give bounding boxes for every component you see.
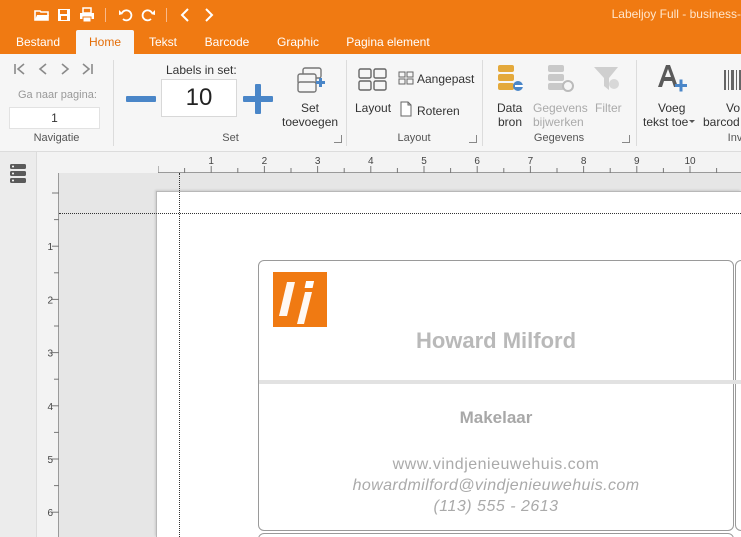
company-logo[interactable] xyxy=(273,272,327,327)
label-card-next[interactable] xyxy=(735,260,741,531)
add-barcode-label-line1[interactable]: Vo xyxy=(726,101,740,115)
undo-icon[interactable] xyxy=(116,5,136,25)
ruler-number: 1 xyxy=(47,242,53,253)
labels-in-set-input[interactable]: 10 xyxy=(161,79,237,117)
redo-icon[interactable] xyxy=(138,5,158,25)
horizontal-guide-line[interactable] xyxy=(59,213,741,214)
ribbon: Ga naar pagina: 1 Navigatie Labels in se… xyxy=(0,54,741,152)
contact-phone[interactable]: (113) 555 - 2613 xyxy=(258,498,734,516)
forward-arrow-icon[interactable] xyxy=(198,5,218,25)
ruler-number: 7 xyxy=(528,156,534,167)
ruler-number: 3 xyxy=(47,349,53,360)
data-source-label-line2[interactable]: bron xyxy=(498,115,522,129)
decrease-labels-button[interactable] xyxy=(126,96,156,102)
tab-pagina-element[interactable]: Pagina element xyxy=(338,30,438,54)
group-label-gegevens: Gegevens xyxy=(533,132,585,144)
contact-website[interactable]: www.vindjenieuwehuis.com xyxy=(258,456,734,474)
add-barcode-icon[interactable] xyxy=(722,68,741,92)
add-barcode-label-line2[interactable]: barcod xyxy=(703,115,740,129)
ruler-number: 4 xyxy=(368,156,374,167)
ruler-number: 1 xyxy=(208,156,214,167)
vertical-guide-line[interactable] xyxy=(179,173,180,537)
add-set-label-line2[interactable]: toevoegen xyxy=(282,115,338,129)
tab-home[interactable]: Home xyxy=(76,30,134,54)
ribbon-tabs: Bestand Home Tekst Barcode Graphic Pagin… xyxy=(0,30,741,54)
ruler-number: 6 xyxy=(474,156,480,167)
vertical-ruler[interactable]: 1 2 3 4 5 6 xyxy=(37,173,59,537)
rotate-icon[interactable] xyxy=(398,101,414,117)
contact-role[interactable]: Makelaar xyxy=(258,408,734,428)
back-arrow-icon[interactable] xyxy=(176,5,196,25)
tab-tekst[interactable]: Tekst xyxy=(140,30,186,54)
layout-button-label[interactable]: Layout xyxy=(355,101,391,115)
ruler-corner xyxy=(37,152,158,173)
tab-graphic[interactable]: Graphic xyxy=(268,30,328,54)
tab-bestand[interactable]: Bestand xyxy=(8,30,68,54)
qa-separator xyxy=(166,8,167,22)
ruler-number: 6 xyxy=(47,508,53,519)
labeljoy-window: Labeljoy Full - business- Bestand Home T… xyxy=(0,0,741,537)
group-separator xyxy=(636,60,637,146)
ruler-number: 2 xyxy=(47,295,53,306)
label-card-below[interactable] xyxy=(258,533,734,537)
tab-barcode[interactable]: Barcode xyxy=(196,30,258,54)
group-label-set: Set xyxy=(222,132,239,144)
first-page-icon[interactable] xyxy=(13,62,27,76)
goto-page-label: Ga naar pagina: xyxy=(18,89,97,101)
data-source-icon[interactable] xyxy=(497,64,525,94)
layout-grid-icon[interactable] xyxy=(358,68,388,92)
data-dialog-launcher-icon[interactable] xyxy=(622,135,630,143)
group-label-navigatie: Navigatie xyxy=(33,132,80,144)
title-bar: Labeljoy Full - business- xyxy=(0,0,741,30)
ruler-number: 3 xyxy=(315,156,321,167)
goto-page-input[interactable]: 1 xyxy=(9,107,100,129)
ruler-number: 9 xyxy=(634,156,640,167)
ruler-number: 4 xyxy=(47,402,53,413)
ruler-number: 5 xyxy=(47,455,53,466)
group-label-invoegen: Inv xyxy=(727,132,741,144)
qa-separator xyxy=(105,8,106,22)
filter-label: Filter xyxy=(595,101,622,115)
set-dialog-launcher-icon[interactable] xyxy=(334,135,342,143)
ruler-number: 8 xyxy=(581,156,587,167)
update-data-icon xyxy=(547,64,575,94)
save-icon[interactable] xyxy=(54,5,74,25)
ruler-number: 2 xyxy=(262,156,268,167)
add-text-icon[interactable] xyxy=(656,63,688,95)
previous-page-icon[interactable] xyxy=(36,62,50,76)
add-text-label-line1[interactable]: Voeg xyxy=(658,101,685,115)
increase-labels-button[interactable] xyxy=(243,84,273,114)
group-label-layout: Layout xyxy=(397,132,431,144)
labels-in-set-label: Labels in set: xyxy=(166,63,237,77)
custom-layout-icon[interactable] xyxy=(398,71,414,85)
data-source-label-line1[interactable]: Data xyxy=(497,101,522,115)
update-data-label-line1: Gegevens xyxy=(533,101,588,115)
add-set-icon[interactable] xyxy=(295,66,327,96)
last-page-icon[interactable] xyxy=(80,62,94,76)
window-title: Labeljoy Full - business- xyxy=(611,7,741,21)
print-icon[interactable] xyxy=(77,5,97,25)
layout-dialog-launcher-icon[interactable] xyxy=(469,135,477,143)
add-set-label-line1[interactable]: Set xyxy=(301,101,319,115)
horizontal-ruler[interactable]: 1 2 3 4 5 6 7 8 9 10 xyxy=(158,152,741,173)
ruler-number: 5 xyxy=(421,156,427,167)
open-icon[interactable] xyxy=(32,5,52,25)
next-page-icon[interactable] xyxy=(58,62,72,76)
layers-icon[interactable] xyxy=(9,163,27,185)
contact-email[interactable]: howardmilford@vindjenieuwehuis.com xyxy=(258,477,734,495)
custom-layout-label[interactable]: Aangepast xyxy=(417,72,474,86)
ruler-number: 10 xyxy=(684,156,696,167)
add-text-label-line2[interactable]: tekst toe xyxy=(643,115,688,129)
rotate-label[interactable]: Roteren xyxy=(417,104,460,118)
update-data-label-line2: bijwerken xyxy=(533,115,584,129)
add-text-dropdown-icon[interactable] xyxy=(689,120,695,123)
label-divider-line[interactable] xyxy=(259,380,741,384)
contact-name[interactable]: Howard Milford xyxy=(258,328,734,354)
filter-icon xyxy=(592,64,622,94)
left-toolbar xyxy=(0,152,37,537)
